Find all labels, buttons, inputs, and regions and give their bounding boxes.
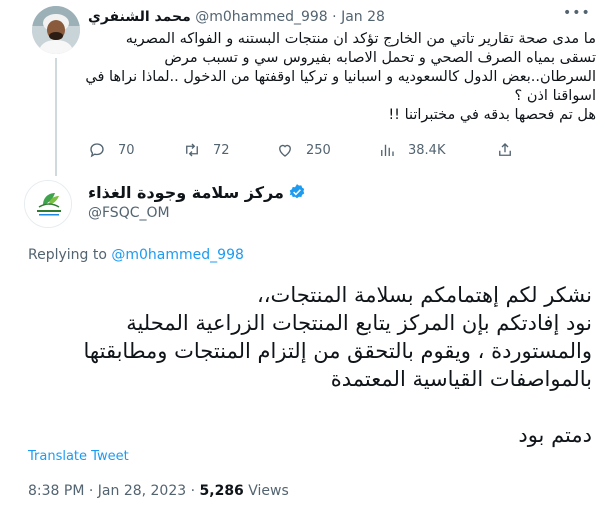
tweet-text-line: والمستوردة ، ويقوم بالتحقق من إلتزام الم… — [83, 339, 592, 363]
tweet-signoff: دمتم بود — [518, 423, 592, 447]
retweet-button[interactable]: 72 — [183, 138, 230, 162]
avatar[interactable] — [32, 6, 80, 54]
tweet-text: نشكر لكم إهتمامكم بسلامة المنتجات،، نود … — [14, 281, 592, 449]
tweet-text-line: نود إفادتكم بإن المركز يتابع المنتجات ال… — [126, 311, 592, 335]
tweet-time[interactable]: 8:38 PM — [28, 483, 84, 499]
translate-tweet-link[interactable]: Translate Tweet — [28, 449, 129, 464]
verified-badge-icon[interactable] — [288, 183, 306, 201]
tweet-text-line: بالمواصفات القياسية المعتمدة — [330, 367, 592, 391]
thread-line — [55, 58, 57, 176]
like-button[interactable]: 250 — [276, 138, 331, 162]
separator: · — [88, 483, 94, 499]
tweet-text-line: تسقى بمياه الصرف الصحي و تحمل الاصابه بف… — [164, 50, 596, 66]
share-icon — [499, 143, 511, 156]
tweet-text-line: السرطان..بعض الدول كالسعوديه و اسبانيا و… — [85, 69, 596, 85]
replying-to-label: Replying to — [28, 247, 107, 263]
organization-logo — [25, 181, 71, 227]
avatar[interactable] — [24, 180, 72, 228]
views-icon — [381, 144, 394, 156]
reply-icon — [90, 143, 104, 158]
user-avatar-image — [32, 6, 80, 54]
tweet-text-line: ما مدى صحة تقارير تاتي من الخارج تؤكد ان… — [125, 31, 596, 47]
tweet-header: محمد الشنفري @m0hammed_998 · Jan 28 — [88, 7, 568, 27]
views-label: Views — [248, 483, 289, 499]
share-button[interactable] — [496, 138, 526, 162]
mention-link[interactable]: @m0hammed_998 — [111, 247, 244, 263]
author-name[interactable]: محمد الشنفري — [88, 9, 191, 25]
separator: · — [190, 483, 196, 499]
tweet-date[interactable]: Jan 28, 2023 — [98, 483, 186, 499]
tweet-timestamp-row: 8:38 PM · Jan 28, 2023 · 5,286 Views — [28, 483, 289, 499]
views-count: 5,286 — [199, 483, 244, 499]
author-handle[interactable]: @m0hammed_998 — [195, 9, 328, 25]
original-tweet[interactable]: محمد الشنفري @m0hammed_998 · Jan 28 ••• … — [0, 0, 605, 178]
tweet-text-line: هل تم فحصها بدقه في مختبراتنا !! — [388, 107, 596, 123]
tweet-actions: 70 72 250 38.4K — [88, 138, 558, 162]
tweet-text-line: نشكر لكم إهتمامكم بسلامة المنتجات،، — [257, 283, 592, 307]
reply-author-row: مركز سلامة وجودة الغذاء — [88, 181, 306, 203]
views-button[interactable]: 38.4K — [378, 138, 445, 162]
reply-count: 70 — [118, 142, 135, 158]
tweet-date[interactable]: Jan 28 — [341, 9, 385, 25]
more-icon: ••• — [563, 5, 591, 21]
more-options-button[interactable]: ••• — [563, 6, 590, 24]
author-handle[interactable]: @FSQC_OM — [88, 205, 170, 221]
like-icon — [279, 144, 291, 157]
separator: · — [332, 9, 337, 25]
retweet-icon — [186, 143, 198, 157]
retweet-count: 72 — [213, 142, 230, 158]
reply-button[interactable]: 70 — [88, 138, 135, 162]
replying-to: Replying to @m0hammed_998 — [28, 247, 244, 263]
tweet-text: ما مدى صحة تقارير تاتي من الخارج تؤكد ان… — [80, 30, 596, 125]
author-name[interactable]: مركز سلامة وجودة الغذاء — [88, 183, 284, 202]
like-count: 250 — [306, 142, 331, 158]
tweet-text-line: اسواقنا اذن ؟ — [514, 88, 596, 104]
views-count: 38.4K — [408, 142, 446, 158]
